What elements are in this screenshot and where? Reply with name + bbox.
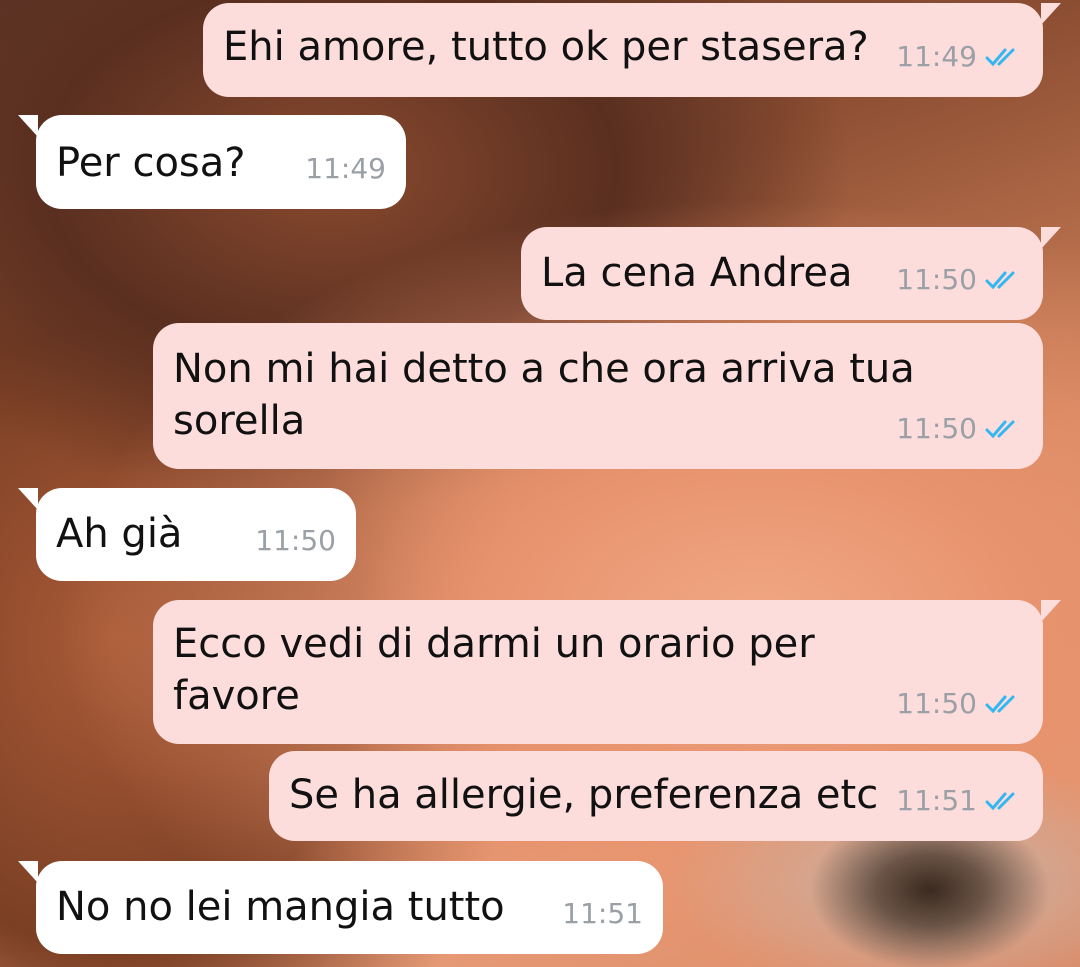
message-timestamp: 11:51 [562, 897, 643, 930]
message-meta: 11:50 [896, 403, 1023, 455]
message-text: Ecco vedi di darmi un orario per favore [173, 621, 828, 719]
message-text: Non mi hai detto a che ora arriva tua so… [173, 346, 915, 444]
message-text: La cena Andrea [541, 250, 853, 296]
double-check-icon [985, 271, 1015, 290]
double-check-icon [985, 420, 1015, 439]
message-bubble-outgoing[interactable]: Ecco vedi di darmi un orario per favore … [153, 600, 1061, 744]
message-timestamp: 11:50 [255, 524, 336, 557]
message-meta: 11:50 [255, 515, 336, 567]
message-timestamp: 11:50 [896, 687, 977, 720]
message-bubble-outgoing[interactable]: La cena Andrea 11:50 [521, 227, 1061, 320]
message-timestamp: 11:49 [896, 40, 977, 73]
message-text: No no lei mangia tutto [56, 884, 505, 930]
message-bubble-outgoing[interactable]: Se ha allergie, preferenza etc 11:51 [269, 751, 1043, 841]
message-bubble-outgoing[interactable]: Non mi hai detto a che ora arriva tua so… [153, 323, 1043, 469]
message-meta: 11:51 [562, 888, 643, 940]
message-text: Ehi amore, tutto ok per stasera? [223, 24, 869, 70]
message-bubble-incoming[interactable]: Ah già 11:50 [18, 488, 356, 581]
double-check-icon [985, 695, 1015, 714]
message-bubble-incoming[interactable]: No no lei mangia tutto 11:51 [18, 861, 663, 954]
message-meta: 11:51 [896, 775, 1023, 827]
message-meta: 11:49 [305, 143, 386, 195]
double-check-icon [985, 792, 1015, 811]
message-bubble-incoming[interactable]: Per cosa? 11:49 [18, 115, 406, 209]
message-text: Ah già [56, 511, 183, 557]
chat-thread[interactable]: Ehi amore, tutto ok per stasera? 11:49 P… [0, 0, 1080, 967]
message-text: Per cosa? [56, 140, 246, 186]
message-meta: 11:50 [896, 254, 1023, 306]
double-check-icon [985, 48, 1015, 67]
message-timestamp: 11:51 [896, 784, 977, 817]
message-meta: 11:50 [896, 678, 1023, 730]
message-text: Se ha allergie, preferenza etc [289, 772, 879, 818]
message-timestamp: 11:50 [896, 412, 977, 445]
message-timestamp: 11:50 [896, 263, 977, 296]
message-timestamp: 11:49 [305, 152, 386, 185]
message-bubble-outgoing[interactable]: Ehi amore, tutto ok per stasera? 11:49 [203, 3, 1061, 97]
message-meta: 11:49 [896, 31, 1023, 83]
